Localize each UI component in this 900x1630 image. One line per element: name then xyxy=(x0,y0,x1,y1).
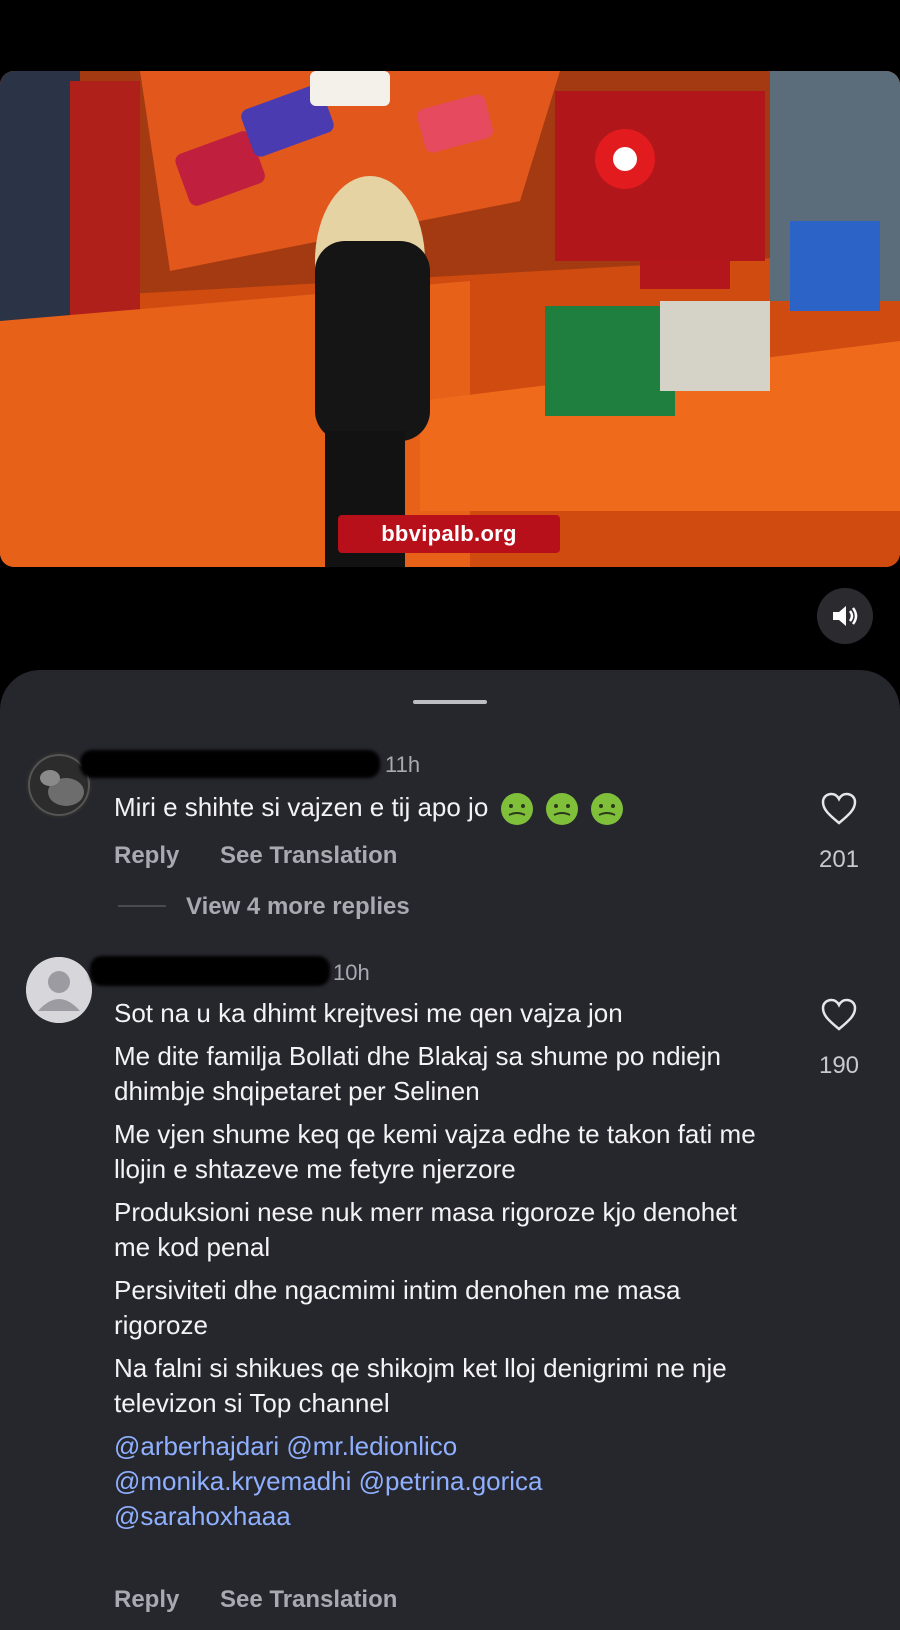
comment-time: 11h xyxy=(385,752,421,777)
see-translation-button[interactable]: See Translation xyxy=(220,842,397,870)
comment-paragraph: Persiviteti dhe ngacmimi intim denohen m… xyxy=(114,1275,681,1340)
like-count: 201 xyxy=(818,846,860,873)
default-avatar-icon xyxy=(26,957,92,1023)
video-frame xyxy=(0,71,900,567)
sheet-grabber[interactable] xyxy=(413,700,487,704)
video-player[interactable]: bbvipalb.org xyxy=(0,71,900,567)
comment-time: 10h xyxy=(333,960,370,985)
comment-paragraph: Na falni si shikues qe shikojm ket lloj … xyxy=(114,1353,727,1418)
reply-button[interactable]: Reply xyxy=(114,1586,179,1614)
mention-link[interactable]: @arberhajdari @mr.ledionlico xyxy=(114,1429,774,1464)
watermark-label: bbvipalb.org xyxy=(338,515,560,553)
like-count: 190 xyxy=(818,1052,860,1079)
redacted-username xyxy=(80,750,380,778)
nauseated-face-icon xyxy=(500,793,533,826)
comment-paragraph: Produksioni nese nuk merr masa rigoroze … xyxy=(114,1197,737,1262)
heart-icon[interactable] xyxy=(820,792,858,826)
comment-text: Miri e shihte si vajzen e tij apo jo xyxy=(114,790,624,826)
nauseated-face-icon xyxy=(591,793,623,826)
comment-paragraph: Me dite familja Bollati dhe Blakaj sa sh… xyxy=(114,1041,722,1106)
comment-text: Sot na u ka dhimt krejtvesi me qen vajza… xyxy=(114,996,774,1534)
see-translation-button[interactable]: See Translation xyxy=(220,1586,397,1614)
comment-paragraph: Sot na u ka dhimt krejtvesi me qen vajza… xyxy=(114,998,623,1028)
reply-button[interactable]: Reply xyxy=(114,842,179,870)
replies-divider xyxy=(118,905,166,907)
mention-link[interactable]: @monika.kryemadhi @petrina.gorica xyxy=(114,1464,774,1499)
speaker-icon xyxy=(833,606,858,626)
comment-body: Miri e shihte si vajzen e tij apo jo xyxy=(114,792,489,822)
avatar[interactable] xyxy=(26,957,92,1023)
mute-toggle-button[interactable] xyxy=(817,588,873,644)
mention-link[interactable]: @sarahoxhaaa xyxy=(114,1499,774,1534)
nauseated-face-icon xyxy=(545,793,578,826)
comment-paragraph: Me vjen shume keq qe kemi vajza edhe te … xyxy=(114,1119,756,1184)
heart-icon[interactable] xyxy=(820,998,858,1032)
view-more-replies-button[interactable]: View 4 more replies xyxy=(186,893,410,921)
redacted-username xyxy=(90,956,330,986)
